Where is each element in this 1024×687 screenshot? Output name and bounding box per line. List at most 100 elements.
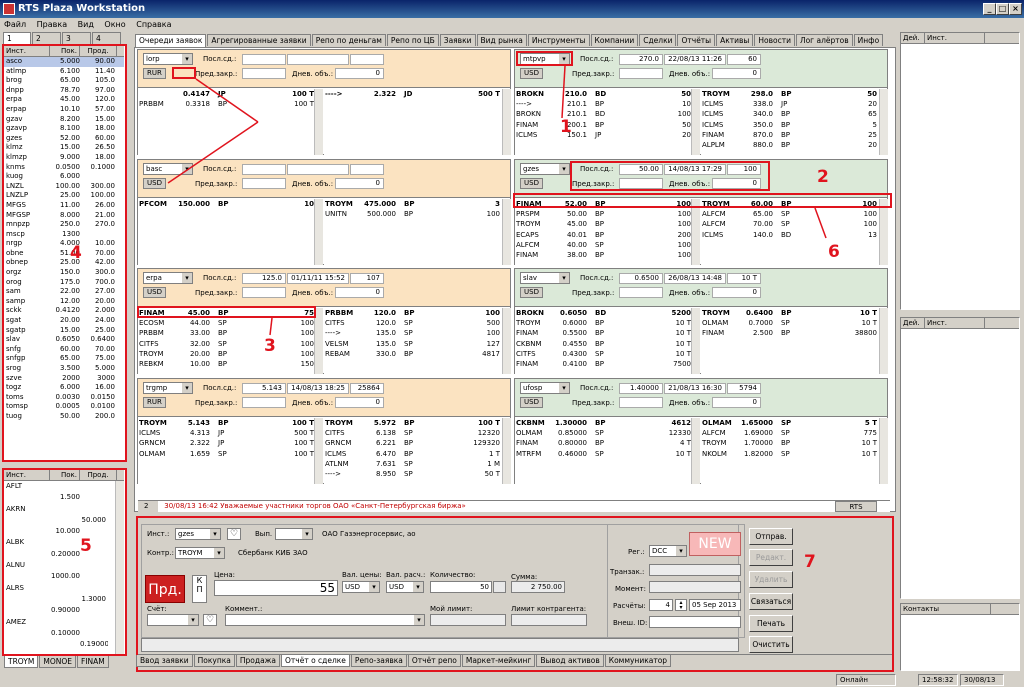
ticker-select[interactable]: gzes: [520, 163, 570, 175]
bid-row[interactable]: BROKN 210.1 BD 100: [515, 109, 691, 119]
bid-row[interactable]: PRBBM 33.00 BP 100: [138, 328, 314, 338]
ask-row[interactable]: NKOLM 1.82000 SP 10 T: [701, 449, 879, 459]
tab-1[interactable]: Агрегированные заявки: [207, 34, 311, 46]
ask-row[interactable]: TROYM 0.6400 BP 10 T: [701, 308, 879, 318]
order-tab-1[interactable]: Покупка: [193, 655, 235, 667]
menu-window[interactable]: Окно: [100, 20, 129, 29]
ask-row[interactable]: OLMAM 1.65000 SP 5 T: [701, 418, 879, 428]
bid-scrollbar[interactable]: [314, 199, 323, 265]
bid-row[interactable]: ECOSM 44.00 SP 100: [138, 318, 314, 328]
order-tab-2[interactable]: Продажа: [235, 655, 281, 667]
menu-edit[interactable]: Правка: [33, 20, 71, 29]
currency-button[interactable]: USD: [520, 178, 543, 189]
bid-row[interactable]: FINAM 38.00 BP 100: [515, 250, 691, 260]
currency-button[interactable]: USD: [520, 287, 543, 298]
ask-row[interactable]: ICLMS 140.0 BD 13: [701, 230, 879, 240]
bid-row[interactable]: REBKM 10.00 BP 150: [138, 359, 314, 369]
bid-row[interactable]: PRSPM 50.00 BP 100: [515, 209, 691, 219]
ask-row[interactable]: TROYM 298.0 BP 50: [701, 89, 879, 99]
bid-row[interactable]: CITFS 32.00 SP 100: [138, 339, 314, 349]
ask-row[interactable]: CITFS 120.0 SP 500: [324, 318, 502, 328]
menu-file[interactable]: Файл: [0, 20, 30, 29]
bid-row[interactable]: PFCOM 150.000 BP 10: [138, 199, 314, 209]
bid-scrollbar[interactable]: [314, 418, 323, 484]
bid-row[interactable]: CKBNM 0.4550 BP 10 T: [515, 339, 691, 349]
ask-row[interactable]: OLMAM 0.7000 SP 10 T: [701, 318, 879, 328]
bid-row[interactable]: GRNCM 2.322 JP 100 T: [138, 438, 314, 448]
bid-row[interactable]: TROYM 5.143 BP 100 T: [138, 418, 314, 428]
ask-row[interactable]: ATLNM 7.631 SP 1 M: [324, 459, 502, 469]
order-tab-8[interactable]: Коммуникатор: [604, 655, 672, 667]
order-tab-7[interactable]: Вывод активов: [536, 655, 604, 667]
tab-finam[interactable]: FINAM: [76, 656, 109, 668]
tab-4[interactable]: Заявки: [439, 34, 476, 46]
ticker-select[interactable]: erpa: [143, 272, 193, 284]
tab-2[interactable]: Репо по деньгам: [311, 34, 386, 46]
bid-scrollbar[interactable]: [691, 89, 700, 155]
order-tab-3[interactable]: Отчёт о сделке: [281, 655, 350, 667]
tab-4[interactable]: 4: [92, 32, 121, 44]
order-tab-4[interactable]: Репо-заявка: [350, 655, 407, 667]
currency-button[interactable]: USD: [143, 178, 166, 189]
tab-7[interactable]: Компании: [590, 34, 639, 46]
bid-row[interactable]: FINAM 0.5500 BP 10 T: [515, 328, 691, 338]
currency-button[interactable]: RUR: [143, 68, 166, 79]
col-inst[interactable]: Инст.: [925, 318, 985, 328]
bid-row[interactable]: TROYM 20.00 BP 100: [138, 349, 314, 359]
bid-row[interactable]: ECAPS 40.01 BP 200: [515, 230, 691, 240]
col-action[interactable]: Дей.: [901, 318, 925, 328]
currency-button[interactable]: RUR: [143, 397, 166, 408]
bid-scrollbar[interactable]: [691, 418, 700, 484]
bid-row[interactable]: BROKN 210.0 BD 50: [515, 89, 691, 99]
ask-row[interactable]: REBAM 330.0 BP 4817: [324, 349, 502, 359]
ask-row[interactable]: ----> 8.950 SP 50 T: [324, 469, 502, 479]
bid-row[interactable]: TROYM 45.00 BP 100: [515, 219, 691, 229]
bid-scrollbar[interactable]: [691, 199, 700, 265]
ask-row[interactable]: FINAM 870.0 BP 25: [701, 130, 879, 140]
col-inst[interactable]: Инст.: [925, 33, 985, 43]
ask-row[interactable]: ICLMS 340.0 BP 65: [701, 109, 879, 119]
ask-row[interactable]: UNITN 500.000 BP 100: [324, 209, 502, 219]
ask-scrollbar[interactable]: [502, 89, 511, 155]
tab-2[interactable]: 2: [32, 32, 61, 44]
tab-3[interactable]: 3: [62, 32, 91, 44]
ask-scrollbar[interactable]: [502, 308, 511, 374]
ask-scrollbar[interactable]: [502, 418, 511, 484]
tab-monoe[interactable]: MONOE: [39, 656, 76, 668]
ask-scrollbar[interactable]: [502, 199, 511, 265]
bid-row[interactable]: ----> 210.1 BP 10: [515, 99, 691, 109]
menu-view[interactable]: Вид: [74, 20, 98, 29]
bid-row[interactable]: PRBBM 0.3318 BP 100 T: [138, 99, 314, 109]
bid-row[interactable]: ICLMS 4.313 JP 500 T: [138, 428, 314, 438]
ask-row[interactable]: ICLMS 338.0 JP 20: [701, 99, 879, 109]
tab-12[interactable]: Лог алёртов: [795, 34, 853, 46]
bid-row[interactable]: TROYM 0.6000 BP 10 T: [515, 318, 691, 328]
currency-button[interactable]: USD: [143, 287, 166, 298]
bid-row[interactable]: MTRFM 0.46000 SP 10 T: [515, 449, 691, 459]
tab-3[interactable]: Репо по ЦБ: [386, 34, 439, 46]
ask-row[interactable]: ICLMS 350.0 BP 5: [701, 120, 879, 130]
ask-row[interactable]: FINAM 2.500 BP 38800: [701, 328, 879, 338]
ticker-select[interactable]: trgmp: [143, 382, 193, 394]
bid-row[interactable]: FINAM 0.80000 BP 4 T: [515, 438, 691, 448]
order-tab-5[interactable]: Отчёт репо: [407, 655, 461, 667]
order-tab-0[interactable]: Ввод заявки: [136, 655, 193, 667]
ask-row[interactable]: ALFCM 65.00 SP 100: [701, 209, 879, 219]
ask-scrollbar[interactable]: [879, 308, 888, 374]
bid-row[interactable]: OLMAM 1.659 SP 100 T: [138, 449, 314, 459]
tab-8[interactable]: Сделки: [639, 34, 677, 46]
currency-button[interactable]: USD: [520, 68, 543, 79]
col-action[interactable]: Дей.: [901, 33, 925, 43]
ask-row[interactable]: ALFCM 70.00 SP 100: [701, 219, 879, 229]
bid-scrollbar[interactable]: [314, 89, 323, 155]
ask-row[interactable]: PRBBM 120.0 BP 100: [324, 308, 502, 318]
ticker-select[interactable]: ufosp: [520, 382, 570, 394]
ask-row[interactable]: ALFCM 1.69000 SP 775: [701, 428, 879, 438]
ask-row[interactable]: TROYM 475.000 BP 3: [324, 199, 502, 209]
news-text[interactable]: 30/08/13 16:42 Уважаемые участники торго…: [160, 502, 466, 510]
ask-scrollbar[interactable]: [879, 199, 888, 265]
ask-row[interactable]: ICLMS 6.470 BP 1 T: [324, 449, 502, 459]
tab-5[interactable]: Вид рынка: [476, 34, 527, 46]
ticker-select[interactable]: lorp: [143, 53, 193, 65]
bid-row[interactable]: ALFCM 40.00 SP 100: [515, 240, 691, 250]
